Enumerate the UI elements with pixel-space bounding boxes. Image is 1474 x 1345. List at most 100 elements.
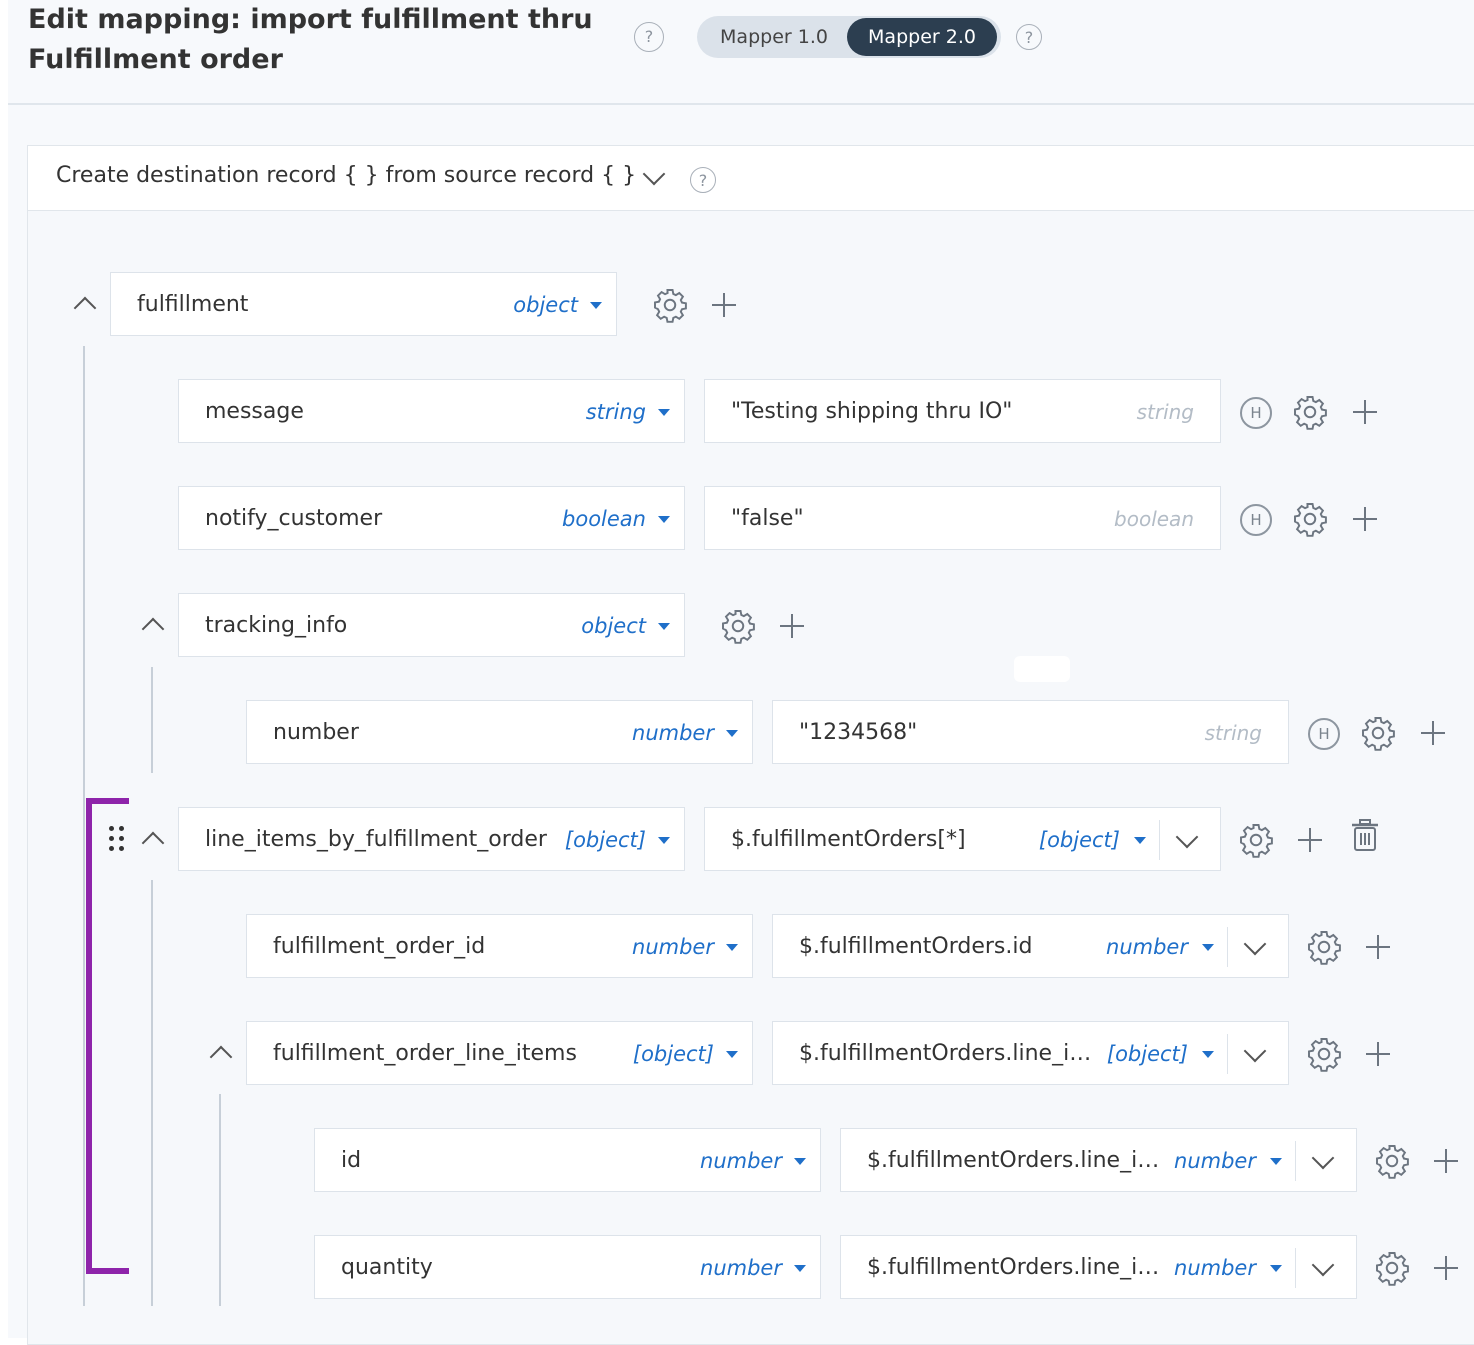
field-divider <box>1294 1141 1296 1181</box>
field-name: line_items_by_fulfillment_order <box>205 827 547 852</box>
destination-field-notify-customer[interactable]: notify_customer boolean <box>178 486 685 550</box>
caret-down-icon[interactable] <box>658 837 670 844</box>
expand-source-icon[interactable] <box>1243 932 1267 956</box>
source-type[interactable]: number <box>1174 1236 1256 1300</box>
field-type[interactable]: number <box>700 1129 782 1193</box>
field-divider <box>1294 1248 1296 1288</box>
field-type[interactable]: object <box>513 273 578 337</box>
gear-icon[interactable] <box>720 608 756 644</box>
destination-field-fulfillment[interactable]: fulfillment object <box>110 272 617 336</box>
drag-handle-icon[interactable] <box>109 826 129 854</box>
gear-icon[interactable] <box>1292 394 1328 430</box>
field-type[interactable]: boolean <box>562 487 646 551</box>
gear-icon[interactable] <box>1360 715 1396 751</box>
plus-icon[interactable] <box>1353 400 1377 424</box>
mapper-version-toggle[interactable]: Mapper 1.0 Mapper 2.0 <box>697 16 1001 58</box>
destination-field-fulfillment-order-id[interactable]: fulfillment_order_id number <box>246 914 753 978</box>
source-path: $.fulfillmentOrders[*] <box>731 827 966 852</box>
source-type[interactable]: number <box>1106 915 1188 979</box>
gear-icon[interactable] <box>1306 1036 1342 1072</box>
plus-icon[interactable] <box>1434 1256 1458 1280</box>
field-type[interactable]: [object] <box>565 808 646 872</box>
plus-icon[interactable] <box>1421 721 1445 745</box>
caret-down-icon[interactable] <box>590 302 602 309</box>
mapper-2-option[interactable]: Mapper 2.0 <box>847 18 997 56</box>
plus-icon[interactable] <box>1298 828 1322 852</box>
mapper-help-icon[interactable]: ? <box>1016 24 1042 50</box>
source-value-number[interactable]: "1234568" string <box>772 700 1289 764</box>
caret-down-icon[interactable] <box>1202 1051 1214 1058</box>
caret-down-icon[interactable] <box>794 1265 806 1272</box>
source-field-quantity[interactable]: $.fulfillmentOrders.line_i… number <box>840 1235 1357 1299</box>
source-type[interactable]: [object] <box>1039 808 1120 872</box>
chevron-down-icon[interactable] <box>642 162 666 186</box>
gear-icon[interactable] <box>1238 822 1274 858</box>
caret-down-icon[interactable] <box>658 516 670 523</box>
caret-down-icon[interactable] <box>794 1158 806 1165</box>
expand-source-icon[interactable] <box>1311 1146 1335 1170</box>
plus-icon[interactable] <box>1353 507 1377 531</box>
destination-field-number[interactable]: number number <box>246 700 753 764</box>
gear-icon[interactable] <box>1292 501 1328 537</box>
field-name: tracking_info <box>205 613 348 638</box>
destination-field-tracking-info[interactable]: tracking_info object <box>178 593 685 657</box>
caret-down-icon[interactable] <box>726 1051 738 1058</box>
source-path: $.fulfillmentOrders.id <box>799 934 1033 959</box>
plus-icon[interactable] <box>1434 1149 1458 1173</box>
expand-source-icon[interactable] <box>1175 825 1199 849</box>
field-name: fulfillment_order_id <box>273 934 486 959</box>
field-name: id <box>341 1148 362 1173</box>
field-type[interactable]: number <box>632 915 714 979</box>
gear-icon[interactable] <box>1306 929 1342 965</box>
h-badge-icon[interactable]: H <box>1240 504 1272 536</box>
source-field-fulfillment-order-id[interactable]: $.fulfillmentOrders.id number <box>772 914 1289 978</box>
field-type[interactable]: [object] <box>633 1022 714 1086</box>
destination-field-message[interactable]: message string <box>178 379 685 443</box>
caret-down-icon[interactable] <box>1270 1265 1282 1272</box>
destination-field-fulfillment-order-line-items[interactable]: fulfillment_order_line_items [object] <box>246 1021 753 1085</box>
plus-icon[interactable] <box>1366 935 1390 959</box>
gear-icon[interactable] <box>652 287 688 323</box>
expand-source-icon[interactable] <box>1311 1253 1335 1277</box>
source-field-line-items[interactable]: $.fulfillmentOrders[*] [object] <box>704 807 1221 871</box>
gear-icon[interactable] <box>1374 1143 1410 1179</box>
field-name: number <box>273 720 359 745</box>
destination-field-id[interactable]: id number <box>314 1128 821 1192</box>
caret-down-icon[interactable] <box>1202 944 1214 951</box>
caret-down-icon[interactable] <box>658 409 670 416</box>
source-value-notify-customer[interactable]: "false" boolean <box>704 486 1221 550</box>
plus-icon[interactable] <box>1366 1042 1390 1066</box>
trash-icon[interactable] <box>1350 818 1380 854</box>
caret-down-icon[interactable] <box>726 730 738 737</box>
value-type-hint: string <box>1204 721 1262 745</box>
plus-icon[interactable] <box>712 293 736 317</box>
caret-down-icon[interactable] <box>658 623 670 630</box>
plus-icon[interactable] <box>780 614 804 638</box>
destination-field-quantity[interactable]: quantity number <box>314 1235 821 1299</box>
source-field-id[interactable]: $.fulfillmentOrders.line_i… number <box>840 1128 1357 1192</box>
h-badge-icon[interactable]: H <box>1240 397 1272 429</box>
field-divider <box>1226 927 1228 967</box>
gear-icon[interactable] <box>1374 1250 1410 1286</box>
value-type-hint: string <box>1136 400 1194 424</box>
expand-source-icon[interactable] <box>1243 1039 1267 1063</box>
title-help-icon[interactable]: ? <box>634 22 664 52</box>
field-type[interactable]: string <box>586 380 646 444</box>
selection-bracket-bottom <box>86 1268 129 1274</box>
h-badge-icon[interactable]: H <box>1308 718 1340 750</box>
caret-down-icon[interactable] <box>1134 837 1146 844</box>
selection-bracket <box>86 798 92 1274</box>
mapper-1-option[interactable]: Mapper 1.0 <box>697 16 851 58</box>
field-type[interactable]: object <box>581 594 646 658</box>
caret-down-icon[interactable] <box>1270 1158 1282 1165</box>
destination-field-line-items[interactable]: line_items_by_fulfillment_order [object] <box>178 807 685 871</box>
source-field-fulfillment-order-line-items[interactable]: $.fulfillmentOrders.line_i… [object] <box>772 1021 1289 1085</box>
tree-line <box>219 1094 221 1306</box>
source-type[interactable]: number <box>1174 1129 1256 1193</box>
field-type[interactable]: number <box>632 701 714 765</box>
panel-help-icon[interactable]: ? <box>690 167 716 193</box>
field-type[interactable]: number <box>700 1236 782 1300</box>
caret-down-icon[interactable] <box>726 944 738 951</box>
source-value-message[interactable]: "Testing shipping thru IO" string <box>704 379 1221 443</box>
source-type[interactable]: [object] <box>1107 1022 1188 1086</box>
